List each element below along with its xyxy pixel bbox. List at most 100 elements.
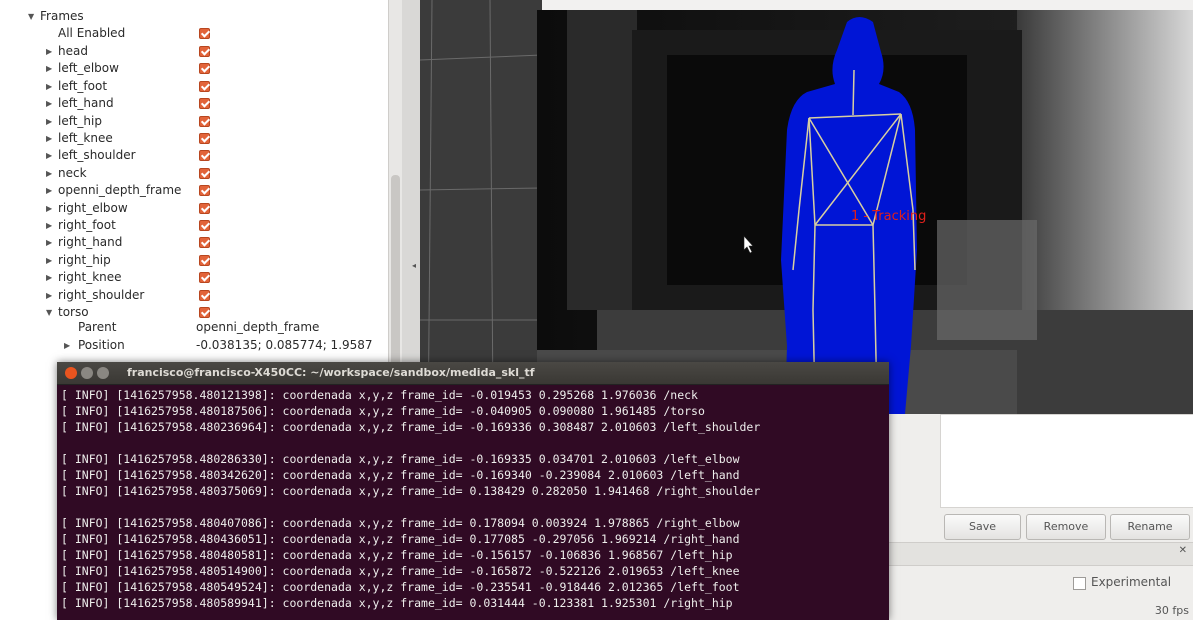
position-label: Position <box>78 338 125 352</box>
tree-row-frame[interactable]: ▶ left_foot <box>0 78 388 95</box>
parent-label: Parent <box>78 320 117 334</box>
frame-label: left_hand <box>58 96 114 111</box>
terminal-line: [ INFO] [1416257958.480121398]: coordena… <box>61 388 698 402</box>
tree-row-all-enabled[interactable]: All Enabled <box>0 25 388 42</box>
frame-label: left_hip <box>58 113 102 128</box>
terminal-line: [ INFO] [1416257958.480342620]: coordena… <box>61 468 740 482</box>
tree-row-frame[interactable]: ▶ left_hand <box>0 95 388 112</box>
frame-label: left_knee <box>58 131 113 145</box>
terminal-line: [ INFO] [1416257958.480589941]: coordena… <box>61 596 733 610</box>
tree-row-frame[interactable]: ▶ right_knee <box>0 269 388 286</box>
terminal-line: [ INFO] [1416257958.480375069]: coordena… <box>61 484 761 498</box>
terminal-line: [ INFO] [1416257958.480286330]: coordena… <box>61 452 740 466</box>
collapsed-arrow-icon[interactable]: ▶ <box>46 165 52 182</box>
tracking-label: 1 - Tracking <box>851 209 926 224</box>
collapsed-arrow-icon[interactable]: ▶ <box>46 147 52 164</box>
close-icon[interactable]: ✕ <box>1179 545 1187 556</box>
remove-button[interactable]: Remove <box>1026 514 1106 540</box>
collapsed-arrow-icon[interactable]: ▶ <box>46 113 52 130</box>
collapsed-arrow-icon[interactable]: ▶ <box>46 269 52 286</box>
tree-row-frame[interactable]: ▶ right_hand <box>0 234 388 251</box>
frame-label: right_foot <box>58 218 116 232</box>
frames-label: Frames <box>40 9 84 23</box>
frame-label: left_shoulder <box>58 148 136 163</box>
checkbox-checked-icon[interactable] <box>199 80 210 92</box>
rename-button[interactable]: Rename <box>1110 514 1190 540</box>
tree-row-parent: Parent openni_depth_frame <box>0 319 388 336</box>
terminal-line: [ INFO] [1416257958.480187506]: coordena… <box>61 404 705 418</box>
checkbox-checked-icon[interactable] <box>199 98 210 110</box>
checkbox-checked-icon[interactable] <box>199 150 210 162</box>
checkbox-checked-icon[interactable] <box>199 185 210 197</box>
tree-row-frame[interactable]: ▶ neck <box>0 165 388 182</box>
tree-row-frame[interactable]: ▶ head <box>0 43 388 60</box>
expanded-arrow-icon[interactable]: ▼ <box>28 8 34 25</box>
checkbox-checked-icon[interactable] <box>199 46 210 57</box>
checkbox-checked-icon[interactable] <box>199 115 210 127</box>
terminal-line: [ INFO] [1416257958.480514900]: coordena… <box>61 564 740 578</box>
depth-image-view[interactable]: 1 - Tracking <box>537 10 1193 414</box>
tree-row-frame[interactable]: ▶ right_hip <box>0 252 388 269</box>
minimize-window-icon[interactable] <box>81 367 93 379</box>
collapsed-arrow-icon[interactable]: ▶ <box>46 95 52 112</box>
collapsed-arrow-icon[interactable]: ▶ <box>46 78 52 95</box>
depth-scene: 1 - Tracking <box>537 10 1193 414</box>
collapsed-arrow-icon[interactable]: ▶ <box>46 60 52 77</box>
all-enabled-label: All Enabled <box>58 26 126 40</box>
checkbox-checked-icon[interactable] <box>199 272 210 284</box>
terminal-line: [ INFO] [1416257958.480236964]: coordena… <box>61 420 761 434</box>
tree-row-frame[interactable]: ▶ left_knee <box>0 130 388 147</box>
save-button[interactable]: Save <box>944 514 1021 540</box>
experimental-checkbox[interactable] <box>1073 577 1086 590</box>
terminal-line: [ INFO] [1416257958.480436051]: coordena… <box>61 532 740 546</box>
checkbox-checked-icon[interactable] <box>199 202 210 214</box>
position-value: -0.038135; 0.085774; 1.9587 <box>196 338 373 352</box>
tree-row-frame[interactable]: ▶ left_hip <box>0 113 388 130</box>
collapsed-arrow-icon[interactable]: ▶ <box>64 337 70 354</box>
checkbox-checked-icon[interactable] <box>199 307 210 318</box>
collapsed-arrow-icon[interactable]: ▶ <box>46 217 52 234</box>
tree-row-frame[interactable]: ▶ right_elbow <box>0 200 388 217</box>
checkbox-checked-icon[interactable] <box>199 167 210 179</box>
checkbox-checked-icon[interactable] <box>199 63 210 75</box>
terminal-line: [ INFO] [1416257958.480407086]: coordena… <box>61 516 740 530</box>
frame-label: left_foot <box>58 78 108 93</box>
checkbox-checked-icon[interactable] <box>199 289 210 301</box>
checkbox-checked-icon[interactable] <box>199 133 210 144</box>
collapsed-arrow-icon[interactable]: ▶ <box>46 182 52 199</box>
tree-row-frame[interactable]: ▶ left_shoulder <box>0 147 388 164</box>
checkbox-checked-icon[interactable] <box>199 254 210 266</box>
collapsed-arrow-icon[interactable]: ▶ <box>46 200 52 217</box>
frame-label: right_shoulder <box>58 287 145 302</box>
collapsed-arrow-icon[interactable]: ▶ <box>46 43 52 60</box>
tree-row-frame[interactable]: ▶ right_shoulder <box>0 287 388 304</box>
tree-row-frame[interactable]: ▶ left_elbow <box>0 60 388 77</box>
collapsed-arrow-icon[interactable]: ▶ <box>46 287 52 304</box>
terminal-window[interactable]: francisco@francisco-X450CC: ~/workspace/… <box>57 362 889 620</box>
tree-row-position[interactable]: ▶ Position -0.038135; 0.085774; 1.9587 <box>0 337 388 354</box>
experimental-label: Experimental <box>1091 575 1172 589</box>
frame-label: right_hand <box>58 235 123 250</box>
checkbox-checked-icon[interactable] <box>199 237 210 249</box>
svg-text:◂: ◂ <box>412 261 416 270</box>
terminal-line: [ INFO] [1416257958.480480581]: coordena… <box>61 548 733 562</box>
terminal-titlebar[interactable]: francisco@francisco-X450CC: ~/workspace/… <box>57 362 889 385</box>
close-window-icon[interactable] <box>65 367 77 379</box>
collapsed-arrow-icon[interactable]: ▶ <box>46 130 52 147</box>
tree-row-frame[interactable]: ▶ openni_depth_frame <box>0 182 388 199</box>
panel-divider: ✕ <box>888 542 1193 566</box>
checkbox-checked-icon[interactable] <box>199 220 210 231</box>
views-list[interactable] <box>940 414 1193 508</box>
maximize-window-icon[interactable] <box>97 367 109 379</box>
frame-label: right_hip <box>58 252 111 267</box>
terminal-output[interactable]: [ INFO] [1416257958.480121398]: coordena… <box>61 387 760 611</box>
tree-row-frame[interactable]: ▶ right_foot <box>0 217 388 234</box>
frame-label: neck <box>58 165 87 180</box>
collapsed-arrow-icon[interactable]: ▶ <box>46 252 52 269</box>
collapsed-arrow-icon[interactable]: ▶ <box>46 234 52 251</box>
fps-label: 30 fps <box>1154 604 1189 617</box>
checkbox-checked-icon[interactable] <box>199 28 210 39</box>
parent-value: openni_depth_frame <box>196 320 320 334</box>
